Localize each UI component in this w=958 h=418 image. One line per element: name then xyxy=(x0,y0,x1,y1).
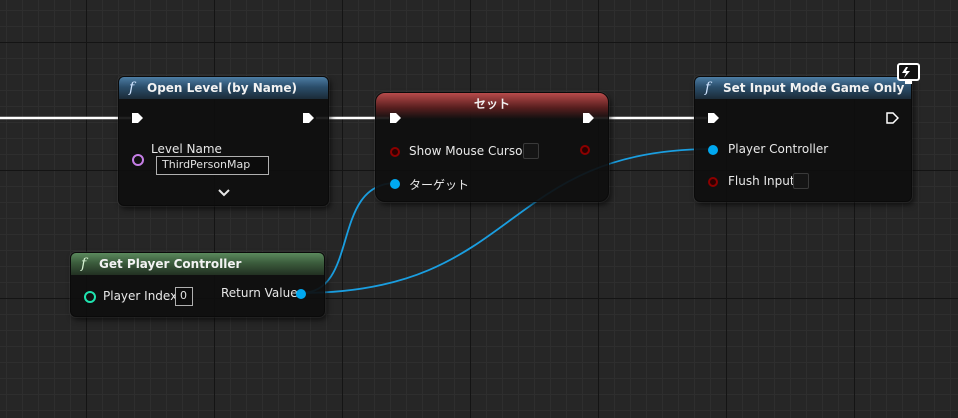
exec-out-pin[interactable] xyxy=(302,112,315,124)
show-mouse-cursor-pin[interactable] xyxy=(390,147,400,157)
flush-input-pin[interactable] xyxy=(708,177,718,187)
function-icon: f xyxy=(705,80,711,96)
return-value-label: Return Value xyxy=(221,286,298,300)
level-name-label: Level Name xyxy=(151,142,222,156)
player-index-input[interactable]: 0 xyxy=(175,287,193,306)
set-node-title: セット xyxy=(473,97,510,111)
function-icon: f xyxy=(129,80,135,96)
show-mouse-cursor-label: Show Mouse Cursor xyxy=(409,144,528,158)
input-mode-exec-in-pin[interactable] xyxy=(707,112,720,124)
set-input-mode-node[interactable]: f Set Input Mode Game Only Player Contro… xyxy=(694,76,912,202)
function-icon: f xyxy=(81,256,87,272)
chevron-down-icon[interactable] xyxy=(218,188,230,197)
flush-input-label: Flush Input xyxy=(728,174,795,188)
exec-in-pin[interactable] xyxy=(131,112,144,124)
set-input-mode-header[interactable]: f Set Input Mode Game Only xyxy=(695,77,911,99)
player-controller-pin[interactable] xyxy=(708,145,718,155)
open-level-header[interactable]: f Open Level (by Name) xyxy=(119,77,328,99)
set-node-header[interactable]: セット xyxy=(376,93,608,119)
flush-input-checkbox[interactable] xyxy=(793,173,809,189)
wire-layer xyxy=(0,116,713,294)
open-level-node[interactable]: f Open Level (by Name) Level Name ThirdP… xyxy=(118,76,329,206)
set-exec-in-pin[interactable] xyxy=(389,112,402,124)
player-controller-label: Player Controller xyxy=(728,142,829,156)
open-level-title: Open Level (by Name) xyxy=(147,81,298,95)
get-player-controller-title: Get Player Controller xyxy=(99,257,242,271)
player-index-label: Player Index xyxy=(103,289,178,303)
level-name-input[interactable]: ThirdPersonMap xyxy=(156,156,269,175)
input-mode-exec-out-pin[interactable] xyxy=(886,112,899,124)
target-label: ターゲット xyxy=(409,178,470,192)
get-player-controller-node[interactable]: f Get Player Controller Player Index 0 R… xyxy=(70,252,325,317)
return-value-pin[interactable] xyxy=(296,289,306,299)
get-player-controller-header[interactable]: f Get Player Controller xyxy=(71,253,324,275)
show-mouse-cursor-out-pin[interactable] xyxy=(580,145,590,155)
level-name-pin[interactable] xyxy=(132,154,144,166)
show-mouse-cursor-checkbox[interactable] xyxy=(523,143,539,159)
set-node[interactable]: セット Show Mouse Cursor ターゲット xyxy=(375,92,609,202)
set-input-mode-title: Set Input Mode Game Only xyxy=(723,81,905,95)
target-pin[interactable] xyxy=(390,179,400,189)
player-index-pin[interactable] xyxy=(84,291,96,303)
set-exec-out-pin[interactable] xyxy=(582,112,595,124)
monitor-lightning-icon xyxy=(897,63,920,84)
